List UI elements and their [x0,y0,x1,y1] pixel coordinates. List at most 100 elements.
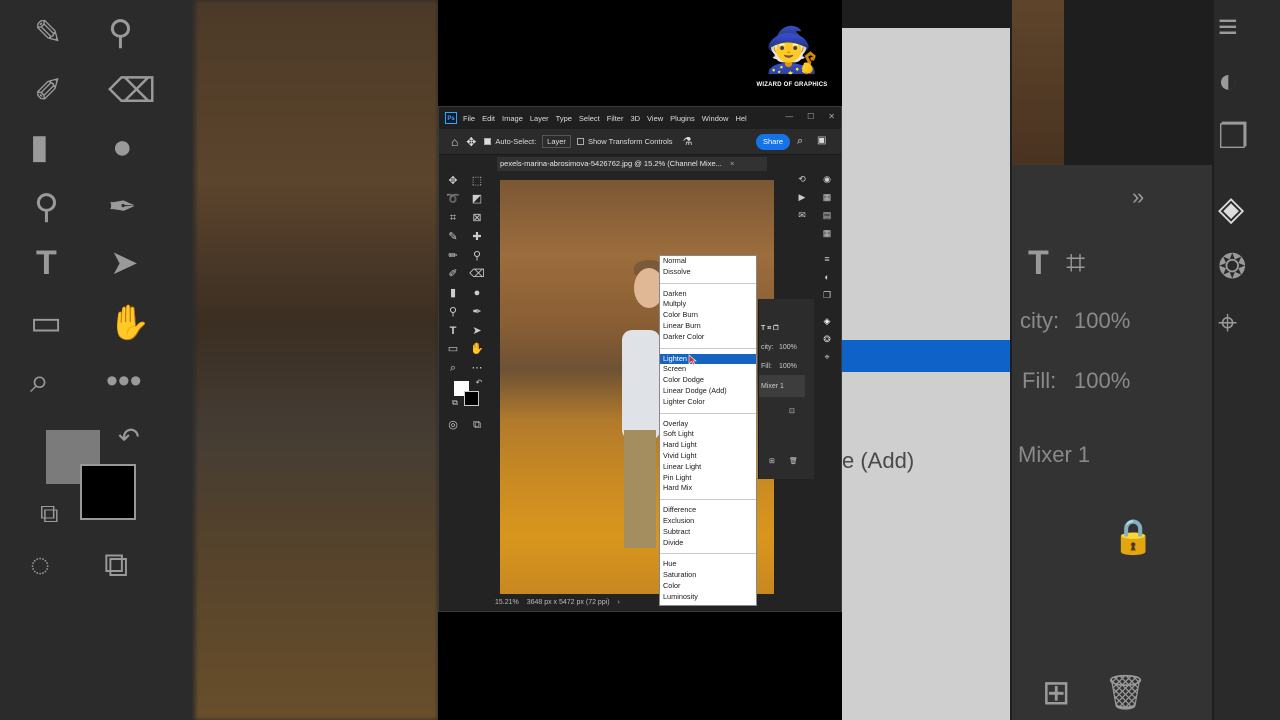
hand-tool-icon[interactable]: ✋ [469,341,485,357]
blend-mode-linear-light[interactable]: Linear Light [660,462,756,473]
lock-icon[interactable]: ⊡ [789,407,795,415]
transform-controls-checkbox[interactable] [576,138,584,145]
swap-colors-icon[interactable]: ↶ [471,375,487,391]
blend-mode-lighten[interactable]: Lighten [660,353,756,365]
menu-view[interactable]: View [647,114,663,123]
menu-plugins[interactable]: Plugins [670,114,695,123]
blend-mode-exclusion[interactable]: Exclusion [660,516,756,527]
pen-tool-icon[interactable]: ✒ [469,304,485,320]
blend-mode-soft-light[interactable]: Soft Light [660,429,756,440]
blend-mode-darker-color[interactable]: Darker Color [660,332,756,343]
close-icon[interactable]: ✕ [828,112,835,121]
document-tab[interactable]: pexels-marina-abrosimova-5426762.jpg @ 1… [497,157,767,171]
history-brush-tool-icon[interactable]: ✐ [445,266,461,282]
blend-mode-color[interactable]: Color [660,581,756,592]
minimize-icon[interactable]: — [785,112,793,121]
lasso-icon[interactable]: ➰ [445,191,461,207]
healing-icon[interactable]: ✚ [469,229,485,245]
blend-mode-dissolve[interactable]: Dissolve [660,267,756,278]
search-icon[interactable]: ⌕ [797,135,803,148]
menu-3d[interactable]: 3D [630,114,640,123]
auto-select-dropdown[interactable]: Layer [542,135,571,148]
gradient-tool-icon[interactable]: ▮ [445,285,461,301]
path-select-tool-icon[interactable]: ➤ [469,323,485,339]
blur-tool-icon[interactable]: ● [469,285,485,301]
move-tool-icon[interactable]: ✥ [466,135,476,149]
blend-mode-luminosity[interactable]: Luminosity [660,592,756,603]
blend-mode-linear-dodge-add[interactable]: Linear Dodge (Add) [660,386,756,397]
blend-mode-subtract[interactable]: Subtract [660,527,756,538]
maximize-icon[interactable]: ☐ [807,112,814,121]
crop-icon[interactable]: ⌗ [445,210,461,226]
comments-icon[interactable]: ✉ [796,209,808,221]
menu-window[interactable]: Window [702,114,729,123]
status-arrow-icon[interactable]: › [618,599,620,606]
delete-layer-icon[interactable]: 🗑 [789,457,798,465]
fill-value[interactable]: 100% [779,363,797,370]
blend-mode-overlay[interactable]: Overlay [660,419,756,430]
properties-icon[interactable]: ◐ [821,271,833,283]
rectangle-tool-icon[interactable]: ▭ [445,341,461,357]
blend-mode-screen[interactable]: Screen [660,364,756,375]
quick-mask-icon[interactable]: ◎ [445,417,461,433]
eraser-tool-icon[interactable]: ⌫ [469,266,485,282]
blend-mode-lighter-color[interactable]: Lighter Color [660,397,756,408]
color-panel-icon[interactable]: ◉ [821,173,833,185]
flask-icon[interactable]: ⚗ [683,135,693,148]
menu-image[interactable]: Image [502,114,523,123]
layer-name[interactable]: Mixer 1 [761,383,784,390]
menu-layer[interactable]: Layer [530,114,549,123]
blend-mode-dropdown[interactable]: Normal Dissolve Darken Multply Color Burn Lin… [659,255,757,606]
blend-mode-darken[interactable]: Darken [660,289,756,300]
blend-mode-difference[interactable]: Difference [660,505,756,516]
swatches-icon[interactable]: ▦ [821,191,833,203]
channels-panel-icon[interactable]: ❂ [821,333,833,345]
paths-panel-icon[interactable]: ⌖ [821,351,833,363]
new-layer-icon[interactable]: ⊞ [769,457,775,465]
zoom-tool-icon[interactable]: ⌕ [445,360,461,376]
zoom-level[interactable]: 15.21% [495,599,519,606]
actions-play-icon[interactable]: ▶ [796,191,808,203]
brush-tool-icon[interactable]: ✏ [445,248,461,264]
object-select-icon[interactable]: ◩ [469,191,485,207]
patterns-icon[interactable]: ▦ [821,227,833,239]
gradients-icon[interactable]: ▤ [821,209,833,221]
menu-filter[interactable]: Filter [607,114,624,123]
blend-mode-color-burn[interactable]: Color Burn [660,310,756,321]
menu-edit[interactable]: Edit [482,114,495,123]
background-color[interactable] [464,391,479,406]
blend-mode-color-dodge[interactable]: Color Dodge [660,375,756,386]
blend-mode-multply[interactable]: Multply [660,299,756,310]
frame-icon[interactable]: ⊠ [469,210,485,226]
workspace-icon[interactable]: ▣ [817,135,826,146]
adjustments-icon[interactable]: ≡ [821,253,833,265]
blend-mode-normal[interactable]: Normal [660,256,756,267]
menu-help[interactable]: Hel [735,114,746,123]
move-icon[interactable]: ✥ [445,173,461,189]
share-button[interactable]: Share [756,134,790,150]
menu-file[interactable]: File [463,114,475,123]
opacity-value[interactable]: 100% [779,344,797,351]
menu-type[interactable]: Type [556,114,572,123]
default-colors-tool-icon[interactable]: ⧉ [447,395,463,411]
blend-mode-hue[interactable]: Hue [660,559,756,570]
type-filter-icon[interactable]: T ⌗ ❐ [761,325,778,333]
more-tools-icon[interactable]: ⋯ [469,360,485,376]
blend-mode-hard-light[interactable]: Hard Light [660,440,756,451]
menu-select[interactable]: Select [579,114,600,123]
blend-mode-saturation[interactable]: Saturation [660,570,756,581]
layers-panel-icon[interactable]: ◈ [821,315,833,327]
eyedropper-icon[interactable]: ✎ [445,229,461,245]
close-tab-icon[interactable]: × [730,159,734,168]
stamp-tool-icon[interactable]: ⚲ [469,248,485,264]
libraries-icon[interactable]: ❐ [821,289,833,301]
marquee-icon[interactable]: ⬚ [469,173,485,189]
auto-select-checkbox[interactable] [484,138,492,145]
type-tool-icon[interactable]: T [445,323,461,339]
blend-mode-vivid-light[interactable]: Vivid Light [660,451,756,462]
history-icon[interactable]: ⟲ [796,173,808,185]
blend-mode-divide[interactable]: Divide [660,538,756,549]
blend-mode-linear-burn[interactable]: Linear Burn [660,321,756,332]
blend-mode-pin-light[interactable]: Pin Light [660,473,756,484]
blend-mode-hard-mix[interactable]: Hard Mix [660,483,756,494]
